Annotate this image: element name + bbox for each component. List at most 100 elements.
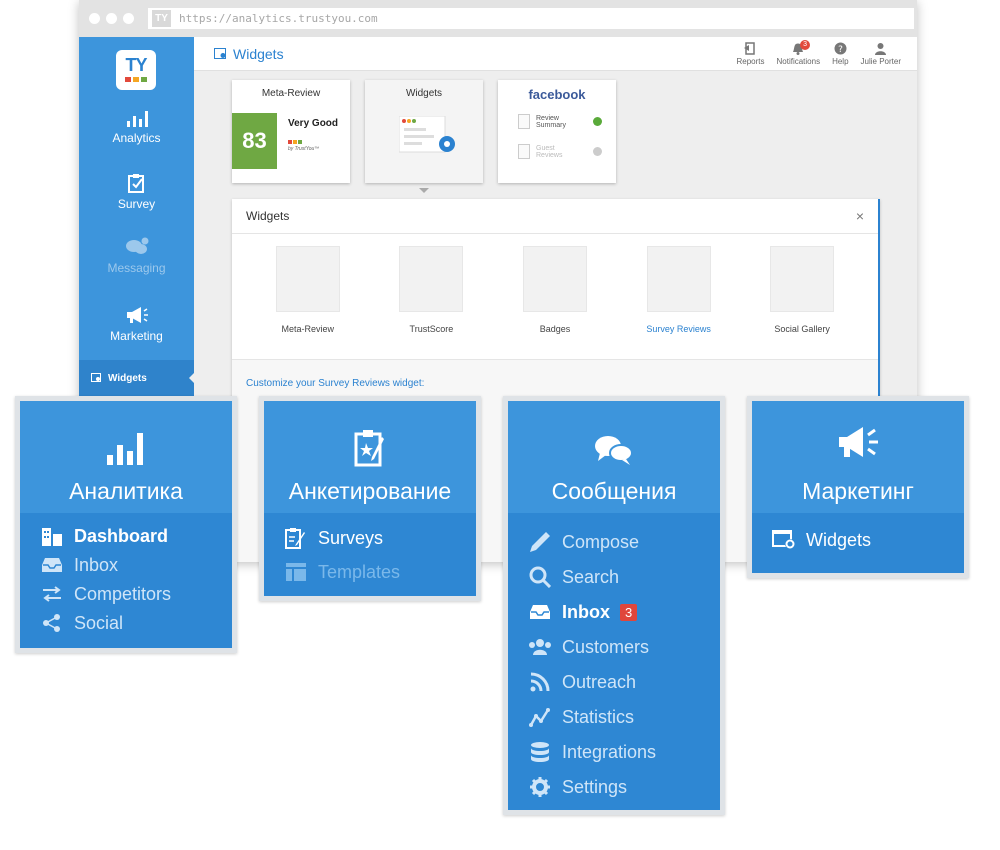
sidebar-item-analytics[interactable]: Analytics [79, 109, 194, 145]
menu-item-inbox[interactable]: Inbox [40, 554, 118, 576]
widget-type-trustscore[interactable]: TrustScore [381, 246, 481, 334]
menu-item-integrations[interactable]: Integrations [528, 741, 656, 763]
reports-label: Reports [736, 56, 765, 66]
menu-item-statistics[interactable]: Statistics [528, 706, 634, 728]
widget-type-label: Social Gallery [774, 324, 830, 334]
sidebar-item-survey[interactable]: Survey [79, 173, 194, 211]
widgets-card[interactable]: Widgets [365, 80, 483, 193]
site-favicon: TY [152, 10, 171, 27]
menu-item-label: Social [74, 612, 124, 633]
card-title: Widgets [405, 88, 443, 99]
review-summary-label: Review Summary [536, 114, 566, 129]
menu-item-competitors[interactable]: Competitors [40, 583, 171, 605]
facebook-logo-text: facebook [528, 87, 586, 102]
messaging-header: Сообщения [508, 401, 720, 513]
menu-item-dashboard[interactable]: Dashboard [40, 525, 168, 547]
menu-item-inbox[interactable]: Inbox 3 [528, 601, 638, 623]
guest-reviews-row: Guest Reviews [518, 144, 602, 159]
panel-header: Widgets × [232, 199, 878, 234]
review-summary-row: Review Summary [518, 114, 602, 129]
menu-item-label: Competitors [74, 583, 172, 604]
close-icon[interactable]: × [856, 208, 864, 224]
menu-item-label: Inbox [562, 601, 610, 622]
menu-item-search[interactable]: Search [528, 566, 619, 588]
facebook-card[interactable]: facebook Review Summary Guest Reviews [498, 80, 616, 183]
thumbnail [522, 246, 587, 312]
meta-review-card[interactable]: Meta-Review 83 Very Good by TrustYou™ [232, 80, 350, 183]
top-actions: Reports 3 Notifications ? Help Julie Por… [736, 39, 901, 66]
help-button[interactable]: ? Help [832, 42, 849, 66]
notifications-label: Notifications [776, 56, 821, 66]
sidebar-item-marketing[interactable]: Marketing [79, 305, 194, 343]
analytics-menu: Dashboard Inbox Competitors Social [20, 513, 232, 648]
widget-type-label: TrustScore [409, 324, 454, 334]
top-bar: Widgets Reports 3 Notifications ? Help J… [194, 37, 917, 71]
user-menu[interactable]: Julie Porter [861, 42, 901, 66]
logo-bars [116, 77, 156, 82]
menu-item-surveys[interactable]: Surveys [284, 527, 383, 549]
maximize-window-dot[interactable] [123, 13, 134, 24]
users-icon [528, 636, 552, 658]
survey-title: Анкетирование [288, 478, 452, 504]
survey-header: Анкетирование [264, 401, 476, 513]
url-text[interactable]: https://analytics.trustyou.com [179, 12, 378, 25]
thumbnail [770, 246, 835, 312]
widget-type-meta-review[interactable]: Meta-Review [258, 246, 358, 334]
menu-item-settings[interactable]: Settings [528, 776, 627, 798]
messaging-menu: Compose Search Inbox 3 Customers Outreac… [508, 513, 720, 810]
marketing-menu-card: Маркетинг Widgets [747, 396, 969, 578]
sidebar-item-messaging[interactable]: Messaging [79, 237, 194, 275]
menu-item-social[interactable]: Social [40, 612, 123, 634]
address-bar[interactable]: TY https://analytics.trustyou.com [148, 8, 914, 29]
thumbnail [275, 246, 340, 312]
menu-item-label: Outreach [562, 671, 637, 692]
menu-item-widgets[interactable]: Widgets [772, 529, 871, 551]
trustyou-mini-logo-icon [288, 140, 319, 144]
menu-item-compose[interactable]: Compose [528, 531, 639, 553]
notifications-button[interactable]: 3 Notifications [776, 39, 821, 66]
widget-icon [91, 373, 101, 382]
document-icon [518, 144, 530, 159]
building-icon [40, 525, 64, 547]
rss-icon [528, 671, 552, 693]
line-chart-icon [528, 706, 552, 728]
clipboard-star-icon [354, 430, 384, 467]
gear-icon [528, 776, 552, 798]
megaphone-icon [126, 307, 148, 323]
widget-type-label: Badges [539, 324, 571, 334]
widget-type-social-gallery[interactable]: Social Gallery [752, 246, 852, 334]
search-icon [528, 566, 552, 588]
sidebar-item-label: Analytics [112, 131, 161, 145]
notification-badge: 3 [800, 39, 811, 50]
active-pointer [189, 372, 195, 384]
help-icon: ? [834, 42, 847, 55]
survey-menu: Surveys Templates [264, 513, 476, 596]
widget-type-list: Meta-Review TrustScore Badges Survey Rev… [232, 234, 878, 334]
window-controls [89, 13, 134, 24]
menu-item-label: Compose [562, 531, 640, 552]
close-window-dot[interactable] [89, 13, 100, 24]
menu-item-outreach[interactable]: Outreach [528, 671, 636, 693]
bar-chart-icon [126, 111, 148, 127]
analytics-title: Аналитика [69, 478, 183, 504]
menu-item-label: Integrations [562, 741, 657, 762]
widget-type-label: Meta-Review [281, 324, 335, 334]
sidebar-item-label: Survey [117, 197, 156, 211]
page-title: Widgets [214, 46, 284, 62]
widget-preview-icon [399, 116, 455, 153]
card-title: Meta-Review [261, 88, 321, 99]
analytics-header: Аналитика [20, 401, 232, 513]
pencil-icon [528, 531, 552, 553]
trustyou-logo[interactable]: TY [116, 50, 156, 90]
widget-type-survey-reviews[interactable]: Survey Reviews [629, 246, 729, 334]
document-icon [518, 114, 530, 129]
expand-caret-icon [419, 188, 429, 193]
minimize-window-dot[interactable] [106, 13, 117, 24]
menu-item-templates[interactable]: Templates [284, 561, 400, 583]
reports-button[interactable]: Reports [736, 41, 765, 66]
widget-gear-icon [772, 529, 796, 551]
menu-item-customers[interactable]: Customers [528, 636, 649, 658]
clipboard-edit-icon [284, 527, 308, 549]
sidebar-subitem-widgets[interactable]: Widgets [79, 360, 195, 396]
widget-type-badges[interactable]: Badges [505, 246, 605, 334]
